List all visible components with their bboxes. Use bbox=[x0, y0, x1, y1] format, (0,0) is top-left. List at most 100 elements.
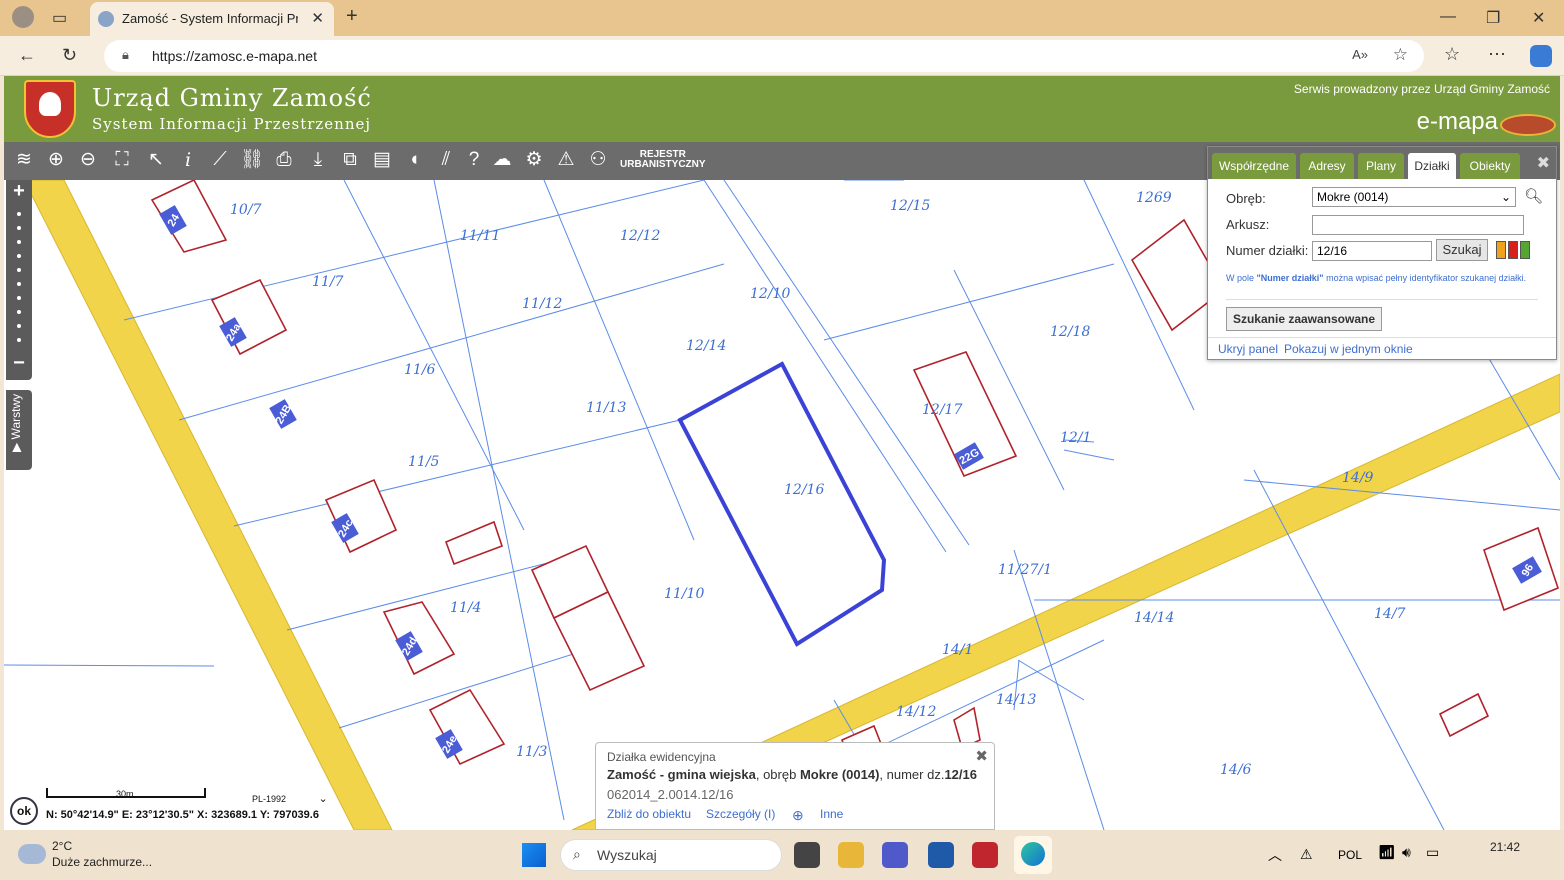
link-icon[interactable]: ⛓ bbox=[238, 146, 266, 174]
select-arrow-icon[interactable]: ↖ bbox=[142, 146, 170, 174]
tab-actions-icon[interactable]: ▭ bbox=[52, 8, 67, 28]
obreb-select[interactable]: Mokre (0014) ⌄ bbox=[1312, 187, 1516, 207]
zoom-out-button[interactable]: − bbox=[6, 352, 32, 375]
weather-condition: Duże zachmurze... bbox=[52, 855, 153, 869]
arkusz-input[interactable] bbox=[1312, 215, 1524, 235]
download-icon[interactable]: ⤓ bbox=[304, 146, 332, 174]
file-explorer-icon[interactable] bbox=[838, 842, 864, 868]
users-icon[interactable]: ⚇ bbox=[584, 146, 612, 174]
panel-close-icon[interactable]: ✖ bbox=[1537, 153, 1550, 173]
parcel-label: 12/18 bbox=[1050, 324, 1090, 340]
advanced-search-button[interactable]: Szukanie zaawansowane bbox=[1226, 307, 1382, 331]
rejestr-label-2: URBANISTYCZNY bbox=[620, 159, 706, 170]
popup-identifier: 062014_2.0014.12/16 bbox=[607, 787, 734, 802]
copilot-icon[interactable] bbox=[1530, 45, 1552, 67]
favorites-icon[interactable]: ☆ bbox=[1444, 44, 1460, 65]
zoom-in-button[interactable]: + bbox=[6, 180, 32, 203]
more-options-icon[interactable]: ⋯ bbox=[1488, 44, 1506, 65]
edge-active-icon[interactable] bbox=[1014, 836, 1052, 874]
details-link[interactable]: Szczegóły (I) bbox=[706, 807, 775, 821]
search-icon[interactable]: 🔍︎ bbox=[1524, 187, 1543, 205]
full-extent-icon[interactable]: ⛶ bbox=[108, 146, 136, 174]
compare-icon[interactable]: ⧉ bbox=[336, 146, 364, 174]
favorite-star-icon[interactable]: ☆ bbox=[1393, 45, 1408, 65]
info-icon[interactable]: i bbox=[174, 146, 202, 174]
parcel-label: 11/11 bbox=[460, 228, 500, 244]
tab-adresy[interactable]: Adresy bbox=[1300, 153, 1354, 179]
parcel-label: 11/6 bbox=[404, 362, 436, 378]
zoom-out-icon[interactable]: ⊖ bbox=[74, 146, 102, 174]
popup-description: Zamość - gmina wiejska, obręb Mokre (001… bbox=[607, 767, 977, 782]
start-icon[interactable] bbox=[522, 843, 546, 867]
network-status-icon[interactable]: ⚠ bbox=[1300, 846, 1313, 863]
task-view-icon[interactable] bbox=[794, 842, 820, 868]
rejestr-urbanistyczny-button[interactable]: REJESTR URBANISTYCZNY bbox=[620, 150, 706, 170]
restore-button[interactable]: ❐ bbox=[1486, 8, 1500, 28]
battery-icon[interactable]: ▭ bbox=[1426, 844, 1439, 861]
browser-tab[interactable]: Zamość - System Informacji Przes ✕ bbox=[90, 2, 334, 36]
close-tab-icon[interactable]: ✕ bbox=[311, 9, 324, 27]
highlight-color-orange[interactable] bbox=[1496, 241, 1506, 259]
one-window-link[interactable]: Pokazuj w jednym oknie bbox=[1284, 342, 1413, 356]
parcel-label: 12/14 bbox=[686, 338, 726, 354]
back-arrow-icon[interactable]: ← bbox=[18, 45, 36, 66]
layers-icon[interactable]: ≋ bbox=[10, 146, 38, 174]
warning-icon[interactable]: ⚠ bbox=[552, 146, 580, 174]
parcel-search-panel: Współrzędne Adresy Plany Działki Obiekty… bbox=[1207, 146, 1557, 360]
coat-of-arms-icon bbox=[24, 80, 76, 138]
refresh-icon[interactable]: ↻ bbox=[62, 45, 77, 66]
site-viewport: Urząd Gminy Zamość System Informacji Prz… bbox=[4, 76, 1560, 830]
other-link[interactable]: Inne bbox=[820, 807, 843, 821]
layout-icon[interactable]: ▤ bbox=[368, 146, 396, 174]
language-indicator[interactable]: POL bbox=[1338, 848, 1362, 862]
arkusz-label: Arkusz: bbox=[1226, 217, 1270, 232]
chevron-up-icon[interactable]: ︿ bbox=[1268, 845, 1282, 865]
cloud-upload-icon[interactable]: ☁ bbox=[488, 146, 516, 174]
tab-obiekty[interactable]: Obiekty bbox=[1460, 153, 1520, 179]
szukaj-button[interactable]: Szukaj bbox=[1436, 239, 1488, 261]
mcafee-icon[interactable] bbox=[972, 842, 998, 868]
tab-dzialki[interactable]: Działki bbox=[1408, 153, 1456, 179]
clock[interactable]: 21:42 bbox=[1490, 840, 1520, 854]
zoom-to-object-link[interactable]: Zbliż do obiektu bbox=[607, 807, 691, 821]
highlight-color-red[interactable] bbox=[1508, 241, 1518, 259]
crs-select[interactable]: PL-1992 ⌄ bbox=[252, 792, 328, 805]
parcel-label: 12/16 bbox=[784, 482, 824, 498]
teams-icon[interactable] bbox=[882, 842, 908, 868]
tab-wspolrzedne[interactable]: Współrzędne bbox=[1212, 153, 1296, 179]
profile-icon[interactable] bbox=[12, 6, 34, 28]
highlight-color-green[interactable] bbox=[1520, 241, 1530, 259]
layers-panel-toggle[interactable]: ▶ Warstwy bbox=[6, 390, 32, 470]
new-tab-button[interactable]: + bbox=[346, 5, 358, 28]
zoom-in-icon[interactable]: ⊕ bbox=[42, 146, 70, 174]
volume-icon[interactable]: 🔊︎ bbox=[1402, 844, 1411, 861]
hatch-icon[interactable]: ⫽ bbox=[432, 146, 460, 174]
settings-gear-icon[interactable]: ⚙ bbox=[520, 146, 548, 174]
help-icon[interactable]: ? bbox=[460, 146, 488, 174]
read-aloud-icon[interactable]: A» bbox=[1352, 47, 1368, 62]
parcel-label: 11/10 bbox=[664, 586, 704, 602]
wifi-icon[interactable]: 📶︎ bbox=[1378, 844, 1396, 861]
parcel-label: 14/13 bbox=[996, 692, 1036, 708]
close-window-button[interactable]: ✕ bbox=[1532, 8, 1545, 28]
measure-ruler-icon[interactable]: ⟋ bbox=[206, 146, 234, 174]
weather-cloud-icon[interactable] bbox=[18, 844, 46, 864]
store-icon[interactable] bbox=[928, 842, 954, 868]
lock-icon[interactable]: 🔒︎ bbox=[122, 47, 129, 63]
taskbar-search[interactable]: ⌕ Wyszukaj bbox=[560, 839, 782, 871]
parcel-label: 14/12 bbox=[896, 704, 936, 720]
tab-plany[interactable]: Plany bbox=[1358, 153, 1404, 179]
popup-close-icon[interactable]: ✖ bbox=[975, 747, 988, 765]
add-circle-icon[interactable]: ⊕ bbox=[792, 807, 804, 824]
minimize-button[interactable]: — bbox=[1440, 8, 1456, 26]
weather-widget[interactable]: 2°C Duże zachmurze... bbox=[52, 838, 152, 870]
ok-button[interactable]: ok bbox=[10, 797, 38, 825]
print-icon[interactable]: ⎙ bbox=[270, 146, 298, 174]
layers-toggle-label: ▶ Warstwy bbox=[9, 393, 23, 452]
comment-icon[interactable]: ◖ bbox=[400, 146, 428, 174]
address-bar[interactable]: 🔒︎ https://zamosc.e-mapa.net A» ☆ bbox=[104, 40, 1424, 72]
hide-panel-link[interactable]: Ukryj panel bbox=[1218, 342, 1278, 356]
zoom-slider[interactable]: + − bbox=[6, 180, 32, 380]
chevron-down-icon: ⌄ bbox=[1500, 190, 1511, 204]
numer-dzialki-input[interactable]: 12/16 bbox=[1312, 241, 1432, 261]
